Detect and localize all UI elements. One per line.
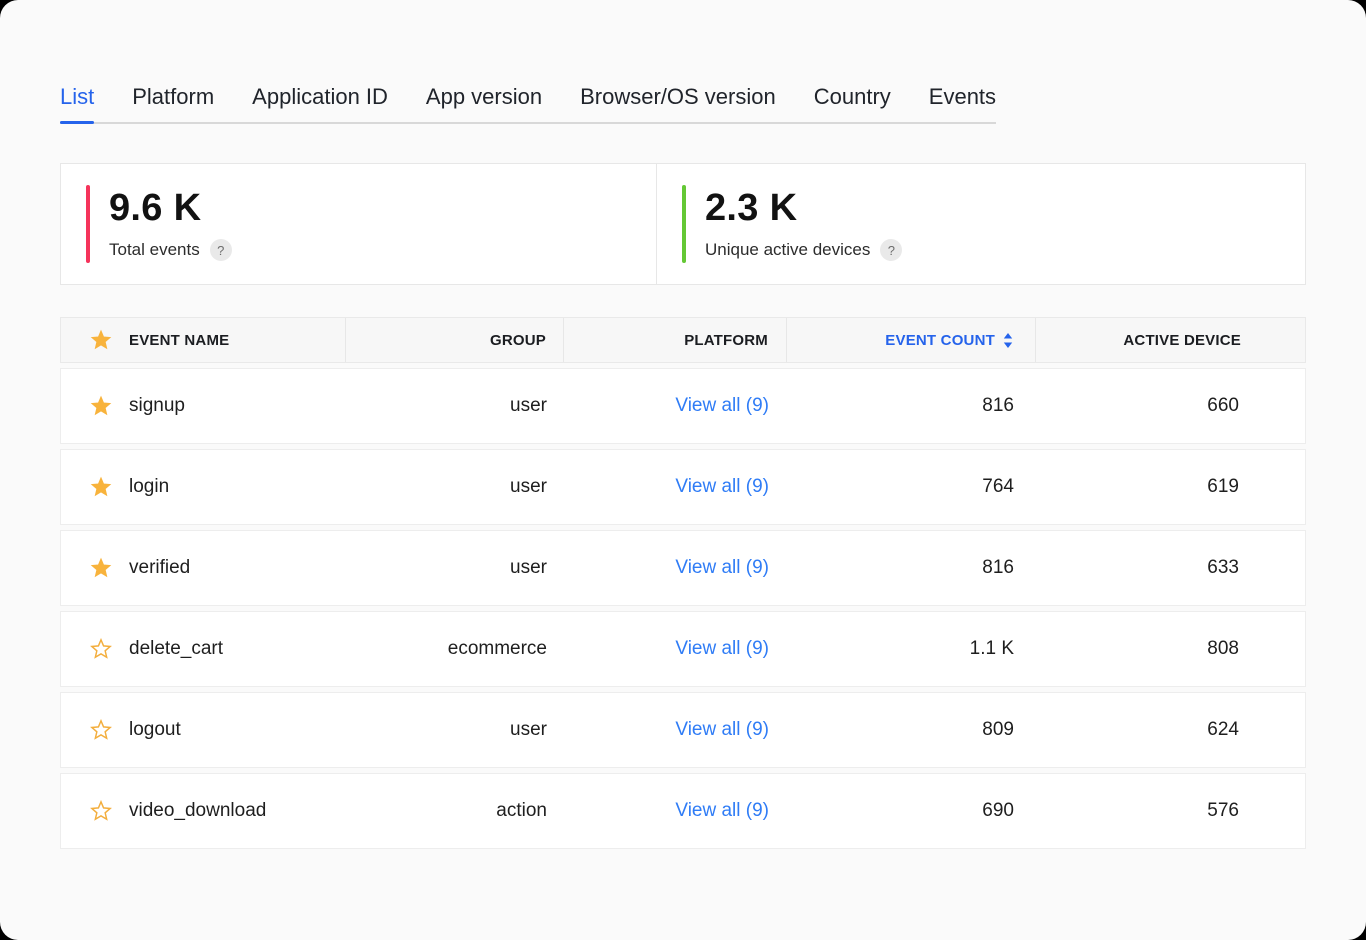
table-row: delete_cart ecommerce View all (9) 1.1 K… bbox=[60, 611, 1306, 687]
green-accent-bar bbox=[682, 185, 686, 263]
table-row: signup user View all (9) 816 660 bbox=[60, 368, 1306, 444]
favorite-toggle[interactable] bbox=[89, 799, 113, 823]
tab-app-version[interactable]: App version bbox=[426, 84, 542, 110]
tab-browser-os-version[interactable]: Browser/OS version bbox=[580, 84, 776, 110]
tab-application-id[interactable]: Application ID bbox=[252, 84, 388, 110]
group-value: action bbox=[496, 800, 547, 822]
event-count-value: 764 bbox=[982, 476, 1014, 498]
star-icon bbox=[90, 638, 112, 660]
event-name: verified bbox=[129, 557, 190, 579]
active-device-value: 808 bbox=[1207, 638, 1239, 660]
events-table-header: EVENT NAME GROUP PLATFORM EVENT COUNT AC… bbox=[60, 317, 1306, 363]
active-device-value: 633 bbox=[1207, 557, 1239, 579]
star-icon bbox=[90, 329, 112, 351]
view-all-link[interactable]: View all (9) bbox=[675, 719, 769, 741]
analytics-page: List Platform Application ID App version Bro… bbox=[0, 0, 1366, 940]
unique-devices-label: Unique active devices bbox=[705, 240, 870, 260]
event-name: signup bbox=[129, 395, 185, 417]
group-value: user bbox=[510, 557, 547, 579]
favorite-toggle[interactable] bbox=[89, 637, 113, 661]
active-device-value: 660 bbox=[1207, 395, 1239, 417]
help-icon[interactable]: ? bbox=[210, 239, 232, 261]
col-event-count-label: EVENT COUNT bbox=[885, 332, 995, 349]
group-value: ecommerce bbox=[448, 638, 547, 660]
active-device-value: 624 bbox=[1207, 719, 1239, 741]
event-name: login bbox=[129, 476, 169, 498]
event-count-value: 816 bbox=[982, 395, 1014, 417]
event-count-value: 816 bbox=[982, 557, 1014, 579]
tab-events[interactable]: Events bbox=[929, 84, 996, 110]
star-icon bbox=[90, 395, 112, 417]
group-value: user bbox=[510, 719, 547, 741]
active-device-value: 576 bbox=[1207, 800, 1239, 822]
event-count-value: 809 bbox=[982, 719, 1014, 741]
total-events-value: 9.6 K bbox=[109, 187, 232, 230]
star-icon bbox=[90, 719, 112, 741]
tab-country[interactable]: Country bbox=[814, 84, 891, 110]
view-all-link[interactable]: View all (9) bbox=[675, 395, 769, 417]
col-platform: PLATFORM bbox=[564, 318, 787, 362]
total-events-label: Total events bbox=[109, 240, 200, 260]
view-all-link[interactable]: View all (9) bbox=[675, 476, 769, 498]
star-icon bbox=[90, 557, 112, 579]
table-row: logout user View all (9) 809 624 bbox=[60, 692, 1306, 768]
star-icon bbox=[90, 800, 112, 822]
unique-devices-value: 2.3 K bbox=[705, 187, 902, 230]
group-value: user bbox=[510, 476, 547, 498]
event-count-value: 690 bbox=[982, 800, 1014, 822]
star-icon bbox=[90, 476, 112, 498]
favorite-toggle[interactable] bbox=[89, 475, 113, 499]
view-all-link[interactable]: View all (9) bbox=[675, 800, 769, 822]
table-row: video_download action View all (9) 690 5… bbox=[60, 773, 1306, 849]
favorite-toggle[interactable] bbox=[89, 718, 113, 742]
help-icon[interactable]: ? bbox=[880, 239, 902, 261]
col-event-name: EVENT NAME bbox=[129, 332, 229, 349]
events-table: EVENT NAME GROUP PLATFORM EVENT COUNT AC… bbox=[60, 317, 1306, 849]
col-group: GROUP bbox=[346, 318, 564, 362]
event-count-value: 1.1 K bbox=[970, 638, 1014, 660]
group-value: user bbox=[510, 395, 547, 417]
red-accent-bar bbox=[86, 185, 90, 263]
table-row: verified user View all (9) 816 633 bbox=[60, 530, 1306, 606]
table-row: login user View all (9) 764 619 bbox=[60, 449, 1306, 525]
col-event-count-sortable[interactable]: EVENT COUNT bbox=[787, 318, 1036, 362]
sort-icon bbox=[1003, 333, 1013, 348]
event-name: video_download bbox=[129, 800, 266, 822]
events-table-body: signup user View all (9) 816 660 login u… bbox=[60, 368, 1306, 849]
breakdown-tabs: List Platform Application ID App version Bro… bbox=[60, 84, 996, 124]
view-all-link[interactable]: View all (9) bbox=[675, 638, 769, 660]
view-all-link[interactable]: View all (9) bbox=[675, 557, 769, 579]
event-name: delete_cart bbox=[129, 638, 223, 660]
favorite-toggle[interactable] bbox=[89, 394, 113, 418]
unique-active-devices-card: 2.3 K Unique active devices ? bbox=[656, 163, 1306, 285]
event-name: logout bbox=[129, 719, 181, 741]
favorite-toggle[interactable] bbox=[89, 556, 113, 580]
total-events-card: 9.6 K Total events ? bbox=[60, 163, 657, 285]
summary-cards: 9.6 K Total events ? 2.3 K Unique active… bbox=[60, 163, 1306, 285]
tab-list[interactable]: List bbox=[60, 84, 94, 110]
tab-platform[interactable]: Platform bbox=[132, 84, 214, 110]
active-device-value: 619 bbox=[1207, 476, 1239, 498]
col-active-device: ACTIVE DEVICE bbox=[1036, 318, 1305, 362]
favorite-filter-icon[interactable] bbox=[89, 328, 113, 352]
